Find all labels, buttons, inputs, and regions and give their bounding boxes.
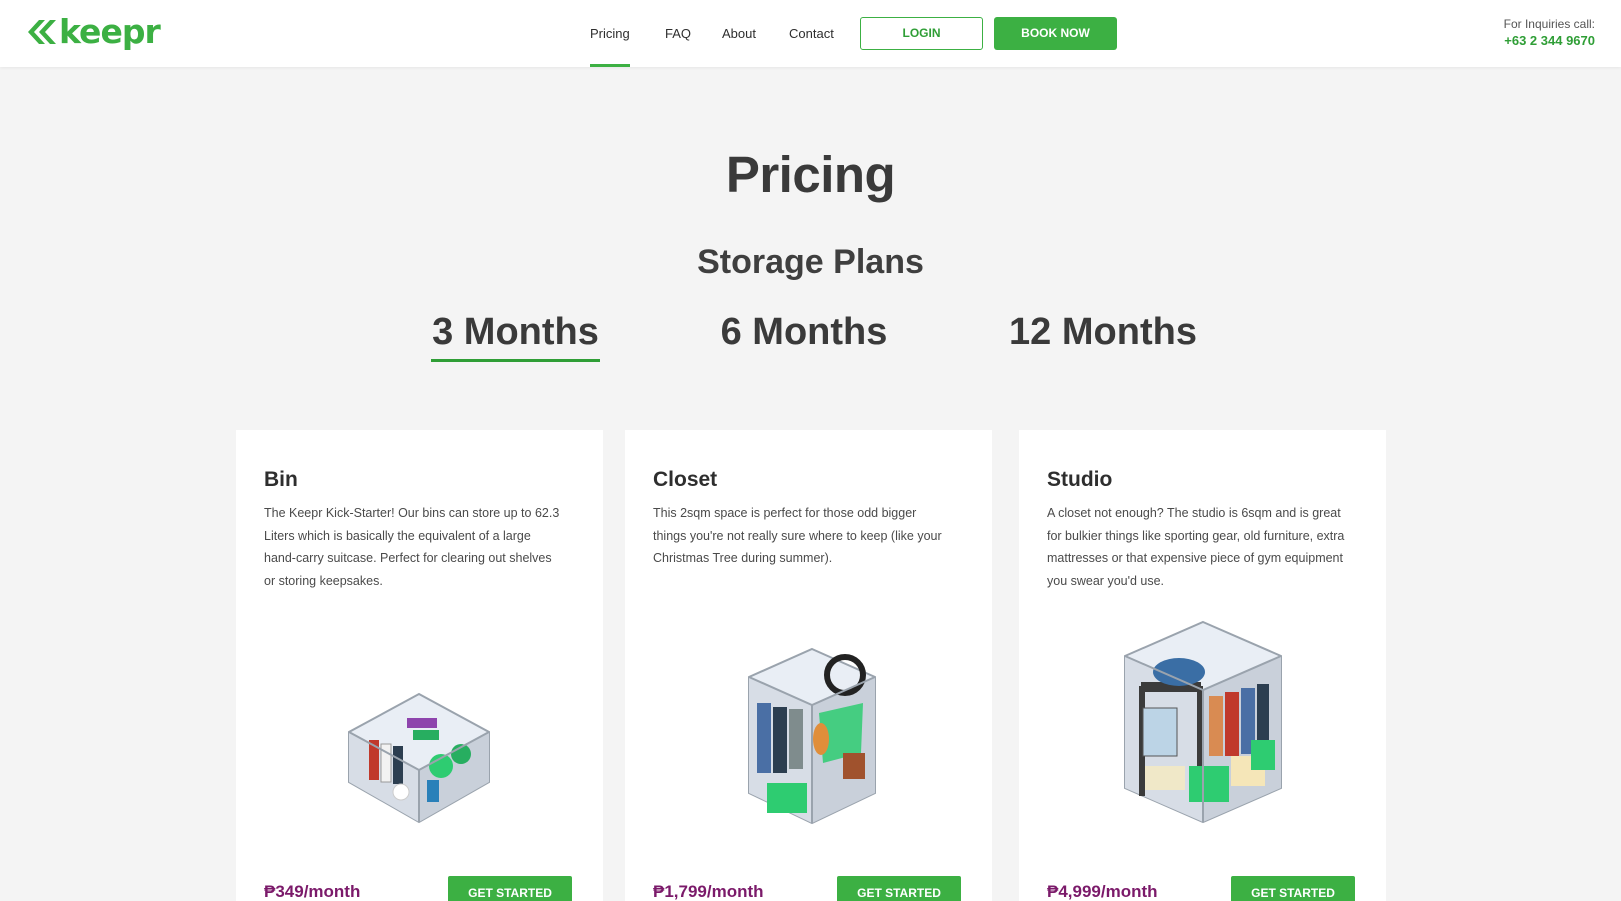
plan-name: Bin: [264, 468, 298, 491]
page-title: Pricing: [725, 146, 896, 203]
plan-card-closet: Closet This 2sqm space is perfect for th…: [625, 430, 992, 901]
nav-faq-link[interactable]: FAQ: [665, 0, 691, 67]
plan-card-bin: Bin The Keepr Kick-Starter! Our bins can…: [236, 430, 603, 901]
storage-closet-illustration: [748, 647, 876, 825]
tab-12-months[interactable]: 12 Months: [1008, 307, 1198, 362]
get-started-button-bin[interactable]: GET STARTED: [448, 876, 572, 901]
top-navigation-bar: keepr Pricing FAQ About Contact LOGIN BO…: [0, 0, 1621, 67]
plan-card-studio: Studio A closet not enough? The studio i…: [1019, 430, 1386, 901]
login-button[interactable]: LOGIN: [860, 17, 983, 50]
section-title: Storage Plans: [697, 243, 924, 281]
plan-price: ₱1,799/month: [653, 882, 764, 901]
storage-bin-illustration: [348, 692, 490, 824]
inquiry-phone-number[interactable]: +63 2 344 9670: [1504, 32, 1595, 50]
keepr-chevrons-icon: [28, 20, 56, 44]
tab-6-months[interactable]: 6 Months: [718, 307, 890, 362]
storage-studio-illustration: [1124, 620, 1282, 824]
logo-wordmark: keepr: [59, 12, 161, 51]
get-started-button-closet[interactable]: GET STARTED: [837, 876, 961, 901]
plan-description: A closet not enough? The studio is 6sqm …: [1047, 506, 1345, 588]
plan-price: ₱4,999/month: [1047, 882, 1158, 901]
plan-description: The Keepr Kick-Starter! Our bins can sto…: [264, 506, 560, 588]
plan-description: This 2sqm space is perfect for those odd…: [653, 506, 942, 565]
nav-pricing-link[interactable]: Pricing: [590, 0, 630, 67]
plan-name: Closet: [653, 468, 718, 491]
inquiry-label: For Inquiries call:: [1503, 17, 1595, 31]
nav-about-link[interactable]: About: [722, 0, 756, 67]
get-started-button-studio[interactable]: GET STARTED: [1231, 876, 1355, 901]
plan-name: Studio: [1047, 468, 1113, 491]
tab-3-months[interactable]: 3 Months: [431, 307, 600, 362]
book-now-button[interactable]: BOOK NOW: [994, 17, 1117, 50]
keepr-logo[interactable]: keepr: [25, 12, 161, 51]
plan-price: ₱349/month: [264, 882, 361, 901]
nav-contact-link[interactable]: Contact: [789, 0, 834, 67]
inquiry-contact: For Inquiries call: +63 2 344 9670: [1504, 16, 1595, 50]
